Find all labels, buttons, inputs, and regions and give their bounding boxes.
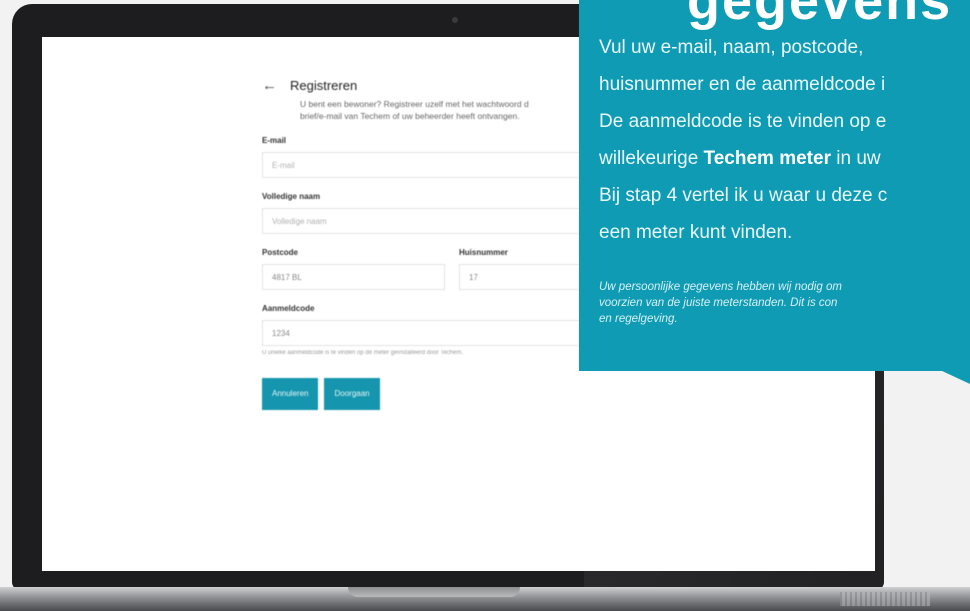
intro-line: brief/e-mail van Techem of uw beheerder … (300, 111, 520, 121)
laptop-base-notch (348, 587, 520, 597)
card-line-part: willekeurige (599, 148, 704, 169)
card-line-part: in uw (830, 148, 881, 169)
postcode-field[interactable]: 4817 BL (262, 264, 445, 290)
cancel-button[interactable]: Annuleren (262, 378, 319, 410)
card-line: een meter kunt vinden. (599, 222, 793, 243)
postcode-group: Postcode 4817 BL (262, 234, 445, 290)
intro-text: U bent een bewoner? Registreer uzelf met… (300, 98, 600, 122)
card-line: Bij stap 4 vertel ik u waar u deze c (599, 185, 888, 206)
card-line: willekeurige Techem meter in uw (599, 140, 970, 177)
intro-line: U bent een bewoner? Registreer uzelf met… (300, 99, 529, 109)
note-line: en regelgeving. (599, 313, 678, 325)
page-title: Registreren (290, 78, 358, 93)
card-line: Vul uw e-mail, naam, postcode, (599, 37, 864, 58)
techem-meter-emphasis: Techem meter (703, 148, 831, 169)
card-pointer-tail (940, 370, 970, 384)
form-actions: Annuleren Doorgaan (262, 378, 642, 410)
back-arrow-icon[interactable]: ← (262, 77, 277, 94)
instruction-card: gegevens Vul uw e-mail, naam, postcode, … (579, 0, 970, 371)
note-line: Uw persoonlijke gegevens hebben wij nodi… (599, 281, 842, 293)
card-body: Vul uw e-mail, naam, postcode, huisnumme… (599, 29, 970, 251)
card-heading: gegevens (687, 0, 953, 31)
note-line: voorzien van de juiste meterstanden. Dit… (599, 297, 838, 309)
card-line: huisnummer en de aanmeldcode i (599, 74, 886, 95)
card-line: De aanmeldcode is te vinden op e (599, 111, 887, 132)
continue-button[interactable]: Doorgaan (324, 378, 380, 410)
laptop-base-vents (840, 592, 930, 606)
camera-dot (452, 17, 458, 23)
privacy-note: Uw persoonlijke gegevens hebben wij nodi… (599, 279, 970, 327)
postcode-label: Postcode (262, 248, 299, 257)
